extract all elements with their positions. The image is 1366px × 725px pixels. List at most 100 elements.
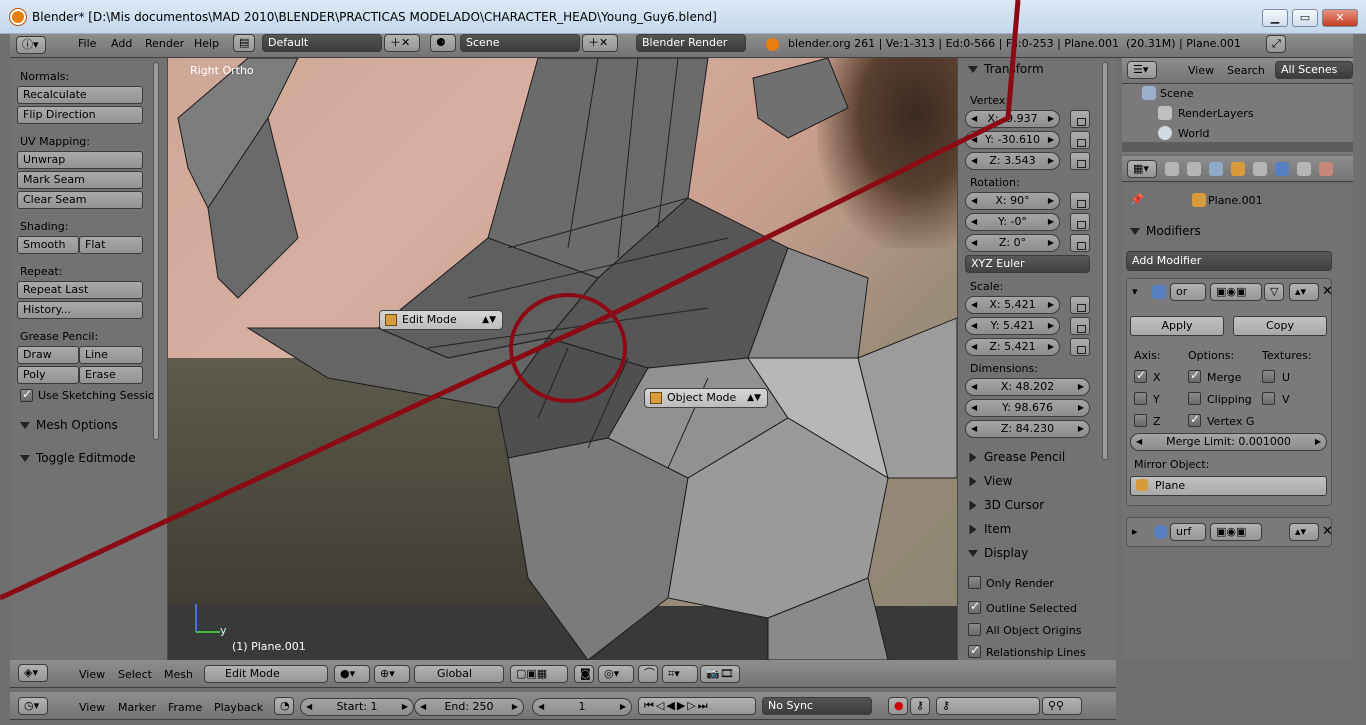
scene-icon[interactable]: ⚈ [430, 34, 456, 52]
viewport-shading-select[interactable]: ●▾ [334, 665, 370, 683]
lock-icon[interactable] [1070, 317, 1090, 335]
rotation-z-field[interactable]: ◀ Z: 0° ▶ [965, 234, 1060, 252]
view-panel[interactable]: View [968, 474, 1012, 488]
menu-file[interactable]: File [78, 37, 96, 50]
3d-viewport[interactable]: Right Ortho (1) Plane.001 y Edit Mode ▲▼… [168, 58, 957, 660]
frame-menu[interactable]: Frame [168, 701, 202, 714]
mark-seam-button[interactable]: Mark Seam [17, 171, 143, 189]
scale-x-field[interactable]: ◀ X: 5.421 ▶ [965, 296, 1060, 314]
use-sketching-checkbox[interactable] [20, 387, 33, 402]
current-frame-field[interactable]: ◀ 1 ▶ [532, 698, 632, 716]
transform-panel-header[interactable]: Transform [968, 62, 1044, 76]
lock-icon[interactable] [1070, 296, 1090, 314]
keyframe-insert-delete-icons[interactable]: ⚲⚲ [1042, 697, 1082, 715]
mode-select[interactable]: Edit Mode [204, 665, 328, 683]
rotation-mode-select[interactable]: XYZ Euler [965, 255, 1090, 273]
select-menu[interactable]: Select [118, 668, 152, 681]
draw-button[interactable]: Draw [17, 346, 79, 364]
minimize-button[interactable]: ▁ [1262, 9, 1288, 27]
modifier-name-field[interactable]: urf [1170, 523, 1206, 541]
outliner-hscroll[interactable] [1122, 142, 1353, 152]
limit-selection-icon[interactable]: ◙ [574, 665, 594, 683]
add-modifier-select[interactable]: Add Modifier [1126, 251, 1332, 271]
material-tab-icon[interactable] [1319, 162, 1333, 176]
marker-menu[interactable]: Marker [118, 701, 156, 714]
playback-controls[interactable]: ⏮◁◀▶▷⏭ [638, 697, 756, 715]
magnet-icon[interactable]: ⌒ [638, 665, 658, 683]
lock-icon[interactable] [1070, 110, 1090, 128]
preview-range-icon[interactable]: ◔ [274, 697, 294, 715]
item-panel[interactable]: Item [968, 522, 1011, 536]
layers-tab-icon[interactable] [1187, 162, 1201, 176]
pivot-point-select[interactable]: ⊕▾ [374, 665, 410, 683]
npanel-scrollbar[interactable] [1102, 62, 1108, 460]
playback-menu[interactable]: Playback [214, 701, 263, 714]
data-tab-icon[interactable] [1297, 162, 1311, 176]
screen-layout-icon[interactable]: ▤ [233, 34, 255, 52]
modifier-name-field[interactable]: or [1170, 283, 1206, 301]
close-button[interactable]: ✕ [1322, 9, 1358, 27]
recalculate-button[interactable]: Recalculate [17, 86, 143, 104]
expand-modifier-icon[interactable]: ▾ [1132, 285, 1138, 298]
timeline-view-menu[interactable]: View [79, 701, 105, 714]
keying-set-field[interactable]: ⚷ [936, 697, 1040, 715]
selection-mode-buttons[interactable]: ▢▣▦ [510, 665, 568, 683]
snap-element-icon[interactable]: ⌗▾ [662, 665, 698, 683]
line-button[interactable]: Line [79, 346, 143, 364]
record-icon[interactable]: ● [888, 697, 908, 715]
vertex-y-field[interactable]: ◀ Y: -30.610 ▶ [965, 131, 1060, 149]
smooth-button[interactable]: Smooth [17, 236, 79, 254]
scale-z-field[interactable]: ◀ Z: 5.421 ▶ [965, 338, 1060, 356]
lock-icon[interactable] [1070, 152, 1090, 170]
modifier-move-icon[interactable]: ▴▾ [1289, 283, 1319, 301]
fullscreen-icon[interactable]: ⤢ [1266, 35, 1286, 53]
scale-y-field[interactable]: ◀ Y: 5.421 ▶ [965, 317, 1060, 335]
layout-field[interactable]: Default [262, 34, 382, 52]
render-engine-select[interactable]: Blender Render [636, 34, 746, 52]
mesh-options-panel[interactable]: Mesh Options [20, 418, 118, 432]
dimension-z-field[interactable]: ◀ Z: 84.230 ▶ [965, 420, 1090, 438]
3d-cursor-panel[interactable]: 3D Cursor [968, 498, 1044, 512]
outliner-item-renderlayers[interactable]: RenderLayers [1178, 107, 1254, 120]
copy-button[interactable]: Copy [1233, 316, 1327, 336]
expand-modifier-icon[interactable]: ▸ [1132, 525, 1138, 538]
modifiers-tab-icon[interactable] [1275, 162, 1289, 176]
rotation-x-field[interactable]: ◀ X: 90° ▶ [965, 192, 1060, 210]
remove-modifier-icon[interactable]: ✕ [1322, 284, 1333, 299]
editor-type-outliner-button[interactable]: ☰▾ [1127, 61, 1157, 79]
mesh-menu[interactable]: Mesh [164, 668, 193, 681]
editor-type-info-button[interactable]: ⓘ▾ [16, 36, 46, 54]
maximize-button[interactable]: ▭ [1292, 9, 1318, 27]
constraints-tab-icon[interactable] [1253, 162, 1267, 176]
lock-icon[interactable] [1070, 131, 1090, 149]
vertex-groups-checkbox[interactable] [1188, 412, 1201, 427]
proportional-edit-icon[interactable]: ◎▾ [598, 665, 634, 683]
outliner-filter-select[interactable]: All Scenes [1275, 61, 1353, 79]
modifier-visibility-toggles[interactable]: ▣◉▣ [1210, 283, 1262, 301]
cage-toggle-icon[interactable]: ▽ [1264, 283, 1284, 301]
outliner-item-scene[interactable]: Scene [1160, 87, 1194, 100]
axis-x-checkbox[interactable] [1134, 368, 1147, 383]
scene-tab-icon[interactable] [1209, 162, 1223, 176]
toggle-editmode-panel[interactable]: Toggle Editmode [20, 451, 136, 465]
flat-button[interactable]: Flat [79, 236, 143, 254]
menu-render[interactable]: Render [145, 37, 184, 50]
merge-limit-field[interactable]: ◀ Merge Limit: 0.001000 ▶ [1130, 433, 1327, 451]
start-frame-field[interactable]: ◀ Start: 1 ▶ [300, 698, 414, 716]
texture-u-checkbox[interactable] [1262, 370, 1275, 383]
clipping-checkbox[interactable] [1188, 392, 1201, 405]
render-tab-icon[interactable] [1165, 162, 1179, 176]
scene-add-remove[interactable]: ＋✕ [582, 34, 618, 52]
clear-seam-button[interactable]: Clear Seam [17, 191, 143, 209]
modifiers-panel-header[interactable]: Modifiers [1130, 224, 1201, 238]
poly-button[interactable]: Poly [17, 366, 79, 384]
dimension-y-field[interactable]: ◀ Y: 98.676 ▶ [965, 399, 1090, 417]
render-buttons[interactable]: 📷🎞 [700, 665, 740, 683]
dimension-x-field[interactable]: ◀ X: 48.202 ▶ [965, 378, 1090, 396]
history-button[interactable]: History... [17, 301, 143, 319]
toolshelf-scrollbar[interactable] [153, 62, 159, 440]
vertex-x-field[interactable]: ◀ X: -9.937 ▶ [965, 110, 1060, 128]
mirror-object-field[interactable]: Plane [1130, 476, 1327, 496]
scene-field[interactable]: Scene [460, 34, 580, 52]
sync-mode-select[interactable]: No Sync [762, 697, 872, 715]
